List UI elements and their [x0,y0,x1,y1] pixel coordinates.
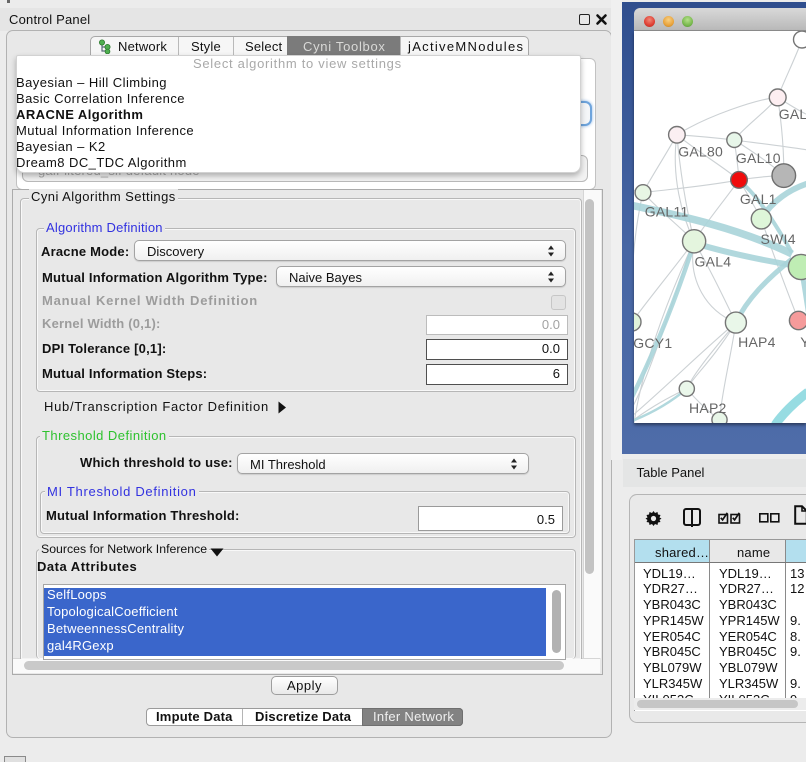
svg-text:GAL4: GAL4 [695,254,732,270]
svg-text:GAL: GAL [779,106,806,122]
svg-text:GAL11: GAL11 [645,204,689,220]
svg-text:GAL10: GAL10 [736,150,781,166]
svg-text:GAL1: GAL1 [740,191,777,207]
svg-text:HAP2: HAP2 [689,400,727,416]
svg-text:GCY1: GCY1 [634,335,672,351]
svg-text:GAL80: GAL80 [678,143,723,159]
svg-text:Y: Y [800,334,806,350]
svg-text:HAP4: HAP4 [738,334,776,350]
svg-text:SWI4: SWI4 [761,231,796,247]
